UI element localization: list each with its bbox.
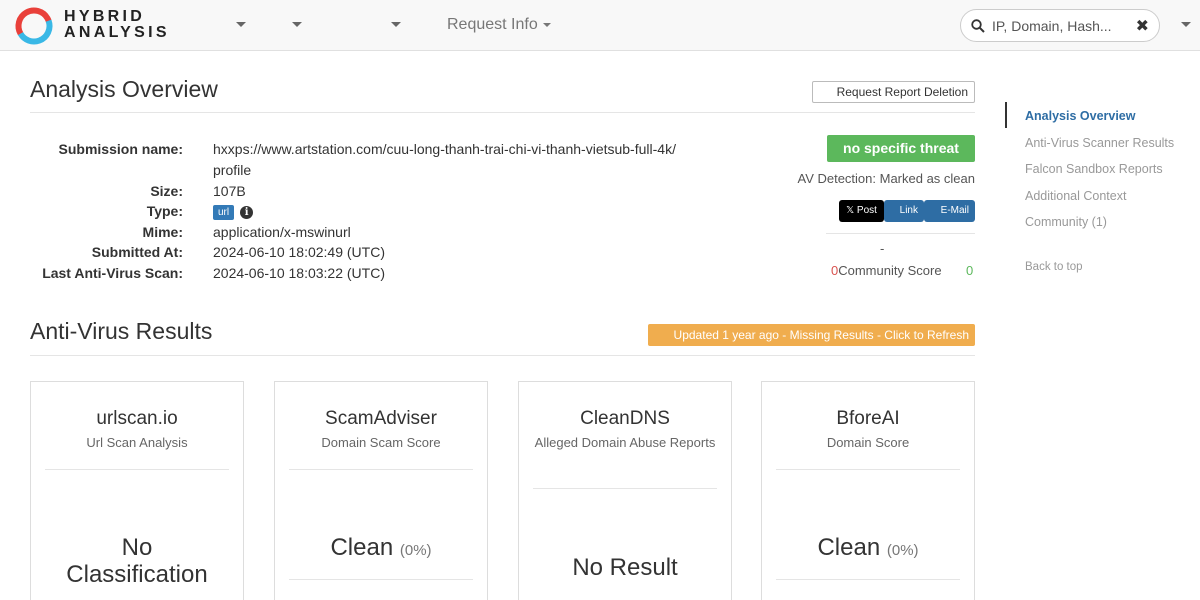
- av-card-urlscan: urlscan.io Url Scan Analysis No Classifi…: [30, 381, 244, 600]
- card-result: No Result: [519, 554, 731, 581]
- card-title: BforeAI: [836, 408, 900, 429]
- overview-divider: [30, 112, 975, 113]
- size-value: 107B: [213, 183, 246, 199]
- dropdown-caret-1[interactable]: [236, 22, 246, 27]
- sidenav-item-analysis-overview[interactable]: Analysis Overview: [1025, 109, 1135, 123]
- card-result: No Classification: [31, 534, 243, 588]
- share-x-label: Post: [856, 205, 877, 216]
- card-result-text: No Result: [572, 554, 678, 581]
- submission-name-label: Submission name:: [58, 141, 183, 157]
- search-box: ✖: [960, 9, 1160, 42]
- submission-name-value-line2: profile: [213, 162, 252, 178]
- card-subtitle: Domain Scam Score: [321, 435, 441, 450]
- av-results-divider: [30, 355, 975, 356]
- av-detection-text: AV Detection: Marked as clean: [797, 171, 975, 186]
- av-card-scamadviser: ScamAdviser Domain Scam Score Clean (0%): [274, 381, 488, 600]
- mime-value: application/x-mswinurl: [213, 224, 351, 240]
- x-logo-icon: 𝕏: [846, 205, 855, 216]
- sidenav-item-community[interactable]: Community (1): [1025, 215, 1107, 229]
- request-report-deletion-button[interactable]: Request Report Deletion: [812, 81, 975, 103]
- card-result: Clean (0%): [275, 534, 487, 564]
- search-icon: [971, 18, 985, 33]
- back-to-top-link[interactable]: Back to top: [1025, 261, 1083, 273]
- anti-virus-results-title: Anti-Virus Results: [30, 318, 213, 344]
- community-upvotes[interactable]: 0: [966, 263, 973, 278]
- card-divider-bottom: [776, 579, 960, 580]
- hybrid-analysis-logo[interactable]: HYBRID ANALYSIS: [14, 4, 170, 46]
- threat-verdict-badge: no specific threat: [827, 135, 975, 162]
- submitted-at-value: 2024-06-10 18:02:49 (UTC): [213, 244, 385, 260]
- card-title: CleanDNS: [580, 408, 670, 429]
- analysis-overview-title: Analysis Overview: [30, 76, 218, 102]
- card-result: Clean (0%): [762, 534, 974, 564]
- logo-ring-icon: [15, 7, 53, 45]
- card-title: ScamAdviser: [325, 408, 437, 429]
- share-email-button[interactable]: E-Mail: [924, 200, 975, 222]
- community-score: 0Community Score: [831, 263, 942, 278]
- community-score-label: Community Score: [838, 263, 942, 278]
- sidenav-item-av-scanner-results[interactable]: Anti-Virus Scanner Results: [1025, 136, 1174, 150]
- card-subtitle: Alleged Domain Abuse Reports: [534, 435, 716, 450]
- sidenav-item-falcon-sandbox[interactable]: Falcon Sandbox Reports: [1025, 162, 1163, 176]
- type-label: Type:: [146, 203, 183, 219]
- user-menu-caret[interactable]: [1181, 22, 1191, 27]
- community-divider: [826, 233, 975, 234]
- card-divider: [289, 469, 473, 470]
- type-value: url i: [213, 203, 254, 220]
- card-subtitle: Domain Score: [826, 435, 910, 450]
- av-card-bforeai: BforeAI Domain Score Clean (0%): [761, 381, 975, 600]
- card-result-text: Clean: [330, 534, 394, 561]
- card-result-text: Clean: [817, 534, 881, 561]
- top-navbar: HYBRID ANALYSIS Request Info ✖: [0, 0, 1200, 51]
- dropdown-caret-2[interactable]: [292, 22, 302, 27]
- clear-search-icon[interactable]: ✖: [1136, 16, 1149, 36]
- logo-wordmark: HYBRID ANALYSIS: [64, 8, 170, 41]
- mime-label: Mime:: [142, 224, 183, 240]
- search-input[interactable]: [992, 17, 1112, 34]
- submitted-at-label: Submitted At:: [91, 244, 183, 260]
- card-divider: [533, 488, 717, 489]
- chevron-down-icon: [542, 23, 551, 27]
- request-info-label: Request Info: [447, 16, 538, 33]
- share-x-button[interactable]: 𝕏 Post: [839, 200, 884, 222]
- community-dash: -: [880, 241, 885, 256]
- card-subtitle: Url Scan Analysis: [86, 435, 188, 450]
- card-divider: [776, 469, 960, 470]
- card-result-percent: (0%): [399, 542, 432, 559]
- refresh-results-button[interactable]: Updated 1 year ago - Missing Results - C…: [648, 324, 975, 346]
- info-icon[interactable]: i: [240, 205, 254, 219]
- type-badge: url: [213, 204, 235, 220]
- last-scan-value: 2024-06-10 18:03:22 (UTC): [213, 265, 385, 281]
- card-title: urlscan.io: [96, 408, 178, 429]
- last-scan-label: Last Anti-Virus Scan:: [42, 265, 183, 281]
- card-result-percent: (0%): [886, 542, 919, 559]
- sidenav-item-additional-context[interactable]: Additional Context: [1025, 189, 1126, 203]
- av-card-cleandns: CleanDNS Alleged Domain Abuse Reports No…: [518, 381, 732, 600]
- submission-name-value-line1: hxxps://www.artstation.com/cuu-long-than…: [213, 141, 676, 157]
- dropdown-caret-3[interactable]: [391, 22, 401, 27]
- card-result-line2: Classification: [66, 561, 208, 588]
- share-link-button[interactable]: Link: [884, 200, 924, 222]
- card-result-line1: No: [121, 534, 153, 561]
- size-label: Size:: [150, 183, 183, 199]
- card-divider-bottom: [289, 579, 473, 580]
- request-info-menu[interactable]: Request Info: [447, 16, 551, 34]
- sidenav-active-indicator: [1005, 102, 1007, 128]
- card-divider: [45, 469, 229, 470]
